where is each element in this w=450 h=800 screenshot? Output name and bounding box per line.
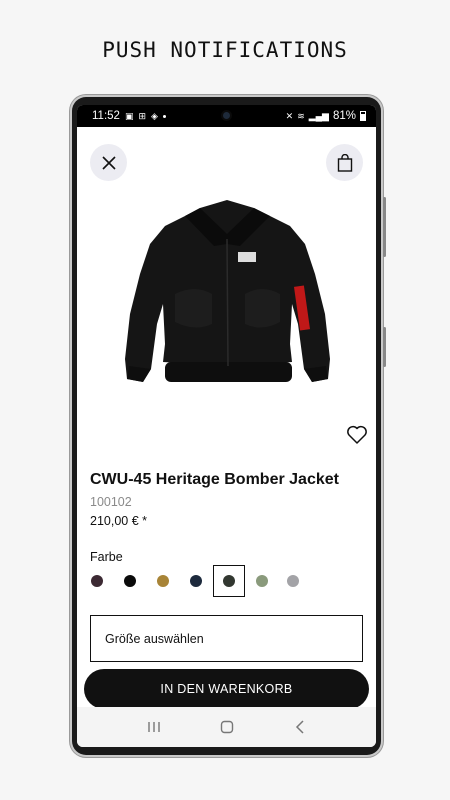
status-bar: 11:52 ▣ ⊞ ◈ ✕ ≋ ▂▄▆ 81% (77, 105, 376, 127)
phone-screen: 11:52 ▣ ⊞ ◈ ✕ ≋ ▂▄▆ 81% CWU-45 Heritage … (77, 105, 376, 747)
size-select-label: Größe auswählen (105, 631, 204, 646)
android-nav-bar (77, 707, 376, 747)
cart-button[interactable] (326, 144, 363, 181)
close-icon (101, 155, 116, 170)
product-image (125, 200, 330, 382)
color-swatch-dot (287, 575, 299, 587)
power-button (383, 327, 386, 367)
page-headline: PUSH NOTIFICATIONS (102, 38, 348, 62)
back-icon (295, 720, 304, 734)
color-swatch-navy[interactable] (180, 565, 212, 597)
mute-icon: ✕ (285, 110, 294, 121)
color-swatch-grey[interactable] (277, 565, 309, 597)
color-swatch-dot (124, 575, 136, 587)
recent-apps-button[interactable] (139, 712, 169, 742)
close-button[interactable] (90, 144, 127, 181)
color-swatch-dot (157, 575, 169, 587)
home-button[interactable] (212, 712, 242, 742)
battery-percent: 81% (332, 110, 356, 122)
signal-icon: ▂▄▆ (308, 110, 329, 121)
color-swatch-dot (190, 575, 202, 587)
color-swatch-sage[interactable] (246, 565, 278, 597)
add-to-cart-button[interactable]: IN DEN WARENKORB (84, 669, 369, 709)
battery-icon (360, 111, 366, 121)
volume-button (383, 197, 386, 257)
color-swatch-dot (91, 575, 103, 587)
color-swatch-dark-olive[interactable] (213, 565, 245, 597)
color-label: Farbe (90, 550, 123, 564)
add-to-cart-label: IN DEN WARENKORB (160, 682, 293, 696)
color-swatch-dot (256, 575, 268, 587)
product-image-area[interactable] (77, 127, 376, 457)
recent-apps-icon (147, 722, 160, 732)
image-notification-icon: ▣ (124, 110, 134, 121)
phone-device: 11:52 ▣ ⊞ ◈ ✕ ≋ ▂▄▆ 81% CWU-45 Heritage … (72, 97, 386, 755)
product-title: CWU-45 Heritage Bomber Jacket (90, 471, 339, 488)
app-notification-icon: ⊞ (138, 110, 146, 121)
color-swatches (77, 565, 376, 605)
color-swatch-plum[interactable] (81, 565, 113, 597)
back-button[interactable] (285, 712, 315, 742)
heart-icon (347, 425, 367, 444)
color-swatch-dot (223, 575, 235, 587)
color-swatch-wheat[interactable] (147, 565, 179, 597)
shopping-bag-icon (337, 153, 352, 172)
wifi-icon: ≋ (297, 110, 305, 121)
product-sku: 100102 (90, 495, 132, 509)
color-swatch-black[interactable] (114, 565, 146, 597)
more-notifications-icon (162, 114, 166, 118)
wishlist-button[interactable] (346, 425, 368, 450)
product-price: 210,00 € * (90, 514, 147, 528)
teams-icon: ◈ (151, 110, 158, 121)
home-icon (220, 720, 233, 734)
status-time: 11:52 (92, 110, 120, 122)
size-select[interactable]: Größe auswählen (90, 615, 363, 662)
front-camera (221, 110, 232, 121)
